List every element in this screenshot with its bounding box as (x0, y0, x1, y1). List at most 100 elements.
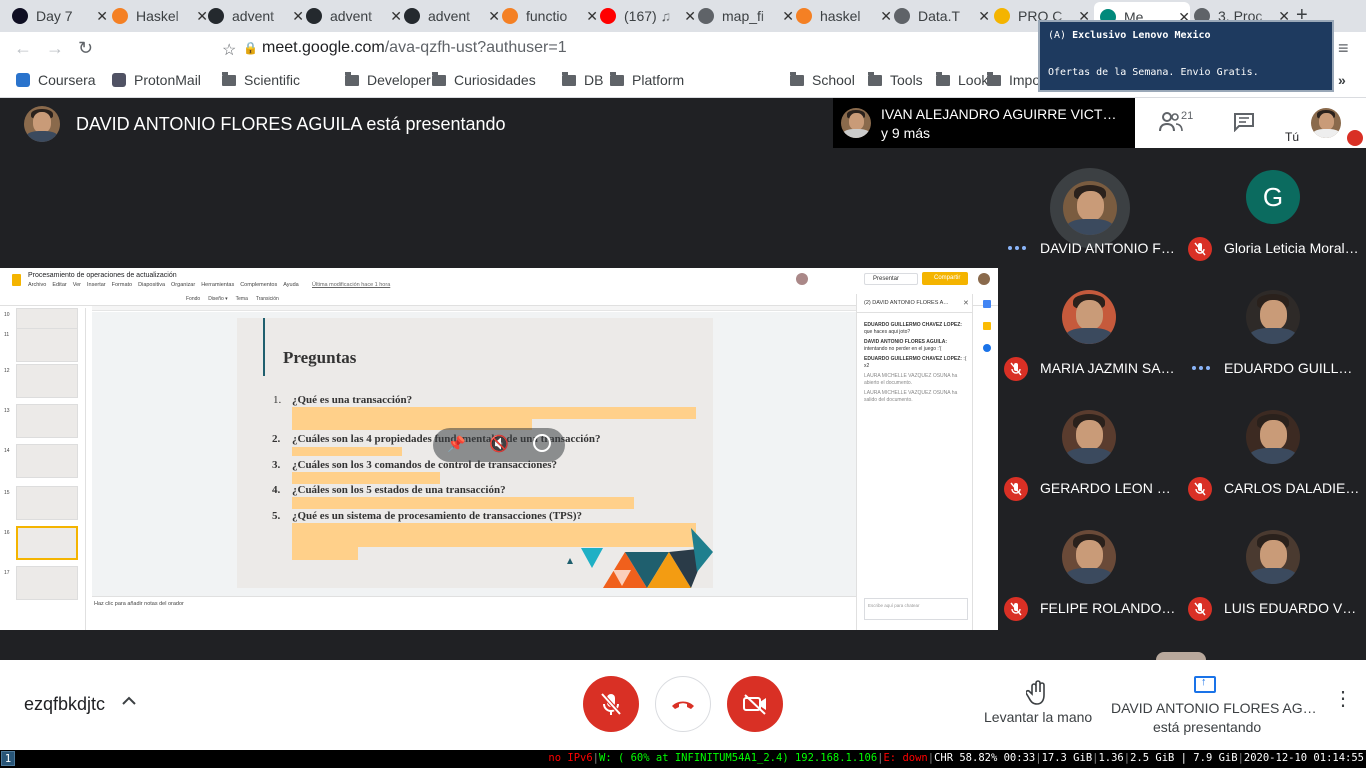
close-icon[interactable]: ✕ (880, 8, 892, 25)
leave-call-button[interactable] (655, 676, 711, 732)
self-mic-off-icon (1347, 130, 1363, 146)
mute-speaker-icon[interactable]: 🔇 (489, 434, 509, 454)
close-icon[interactable]: ✕ (586, 8, 598, 25)
participant-tile[interactable]: FELIPE ROLANDO V… (998, 508, 1182, 628)
bookmark-platform[interactable]: Platform (610, 71, 684, 88)
lock-icon[interactable]: 🔒 (243, 41, 258, 55)
forward-icon[interactable]: → (46, 38, 64, 59)
bookmark-db[interactable]: DB (562, 71, 603, 88)
raise-hand-icon[interactable] (1025, 680, 1050, 711)
keep-icon[interactable] (983, 322, 991, 330)
remove-icon[interactable] (533, 434, 551, 452)
workspace-button[interactable]: 1 (1, 751, 15, 766)
close-icon[interactable]: ✕ (196, 8, 208, 25)
slides-present-button[interactable]: Presentar (864, 273, 918, 285)
browser-tab[interactable]: Day 7 ✕ (12, 4, 108, 28)
url-field[interactable]: meet.google.com/ava-qzfh-ust?authuser=1 (262, 39, 567, 57)
browser-tab[interactable]: Haskel ✕ (112, 4, 208, 28)
bookmarks-overflow[interactable]: » (1338, 72, 1346, 88)
mic-toggle-button[interactable] (583, 676, 639, 732)
slides-menu-item[interactable]: Formato (112, 282, 132, 288)
slide-thumbnail[interactable] (16, 526, 78, 560)
slides-menu-item[interactable]: Herramientas (201, 282, 234, 288)
bookmark-coursera[interactable]: Coursera (16, 72, 96, 88)
slides-menu-item[interactable]: Organizar (171, 282, 195, 288)
participant-tile[interactable]: MARIA JAZMIN SA… (998, 268, 1182, 388)
browser-tab[interactable]: advent ✕ (208, 4, 304, 28)
slides-menu-item[interactable]: Archivo (28, 282, 46, 288)
close-icon[interactable]: ✕ (390, 8, 402, 25)
more-options-icon[interactable]: ⋮ (1333, 689, 1353, 709)
bookmark-school[interactable]: School (790, 71, 855, 88)
people-preview[interactable]: IVAN ALEJANDRO AGUIRRE VICT… y 9 más (833, 98, 1135, 148)
calendar-icon[interactable] (983, 300, 991, 308)
meeting-code[interactable]: ezqfbkdjtc (24, 694, 105, 715)
participant-tile[interactable]: LUIS EDUARDO VIL… (1182, 508, 1366, 628)
slide-thumbnail[interactable] (16, 486, 78, 520)
browser-tab[interactable]: advent ✕ (306, 4, 402, 28)
bookmark-curiosidades[interactable]: Curiosidades (432, 71, 536, 88)
speaker-notes-area[interactable]: Haz clic para añadir notas del orador (92, 596, 856, 630)
bookmark-star-icon[interactable]: ☆ (222, 40, 236, 60)
presenting-line1[interactable]: DAVID ANTONIO FLORES AG… (1111, 700, 1317, 716)
close-icon[interactable]: ✕ (292, 8, 304, 25)
chevron-up-icon[interactable] (121, 694, 137, 710)
reload-icon[interactable]: ↻ (78, 38, 93, 59)
browser-tab[interactable]: advent ✕ (404, 4, 500, 28)
browser-tab[interactable]: (167) ♫ ✕ (600, 4, 696, 28)
participant-tile[interactable]: G Gloria Leticia Moral… (1182, 148, 1366, 268)
bookmark-look[interactable]: Look (936, 71, 988, 88)
chat-icon[interactable] (1233, 112, 1255, 137)
browser-tab[interactable]: Data.T ✕ (894, 4, 990, 28)
menu-icon[interactable]: ≡ (1338, 38, 1349, 59)
participant-tile[interactable]: DAVID ANTONIO FL… (998, 148, 1182, 268)
slide-thumbnail[interactable] (16, 444, 78, 478)
slides-share-button[interactable]: Compartir (922, 272, 968, 285)
slides-toolbar-button[interactable]: Diseño ▾ (208, 296, 227, 302)
slides-menu-item[interactable]: Ayuda (283, 282, 299, 288)
present-screen-icon[interactable]: ↑ (1194, 676, 1216, 693)
slide-thumbnail[interactable] (16, 364, 78, 398)
close-icon[interactable]: ✕ (684, 8, 696, 25)
slides-toolbar-button[interactable]: Transición (256, 296, 279, 302)
slides-toolbar-button[interactable]: Fondo (186, 296, 200, 302)
slides-menu-item[interactable]: Editar (52, 282, 66, 288)
bookmark-developer[interactable]: Developer (345, 71, 431, 88)
close-icon[interactable]: ✕ (782, 8, 794, 25)
tasks-icon[interactable] (983, 344, 991, 352)
mic-off-icon (1188, 477, 1212, 501)
participant-tile[interactable]: EDUARDO GUILLER… (1182, 268, 1366, 388)
close-icon[interactable]: ✕ (488, 8, 500, 25)
close-icon[interactable]: ✕ (96, 8, 108, 25)
chat-input[interactable]: Escribe aquí para chatear (864, 598, 968, 620)
slides-doc-title[interactable]: Procesamiento de operaciones de actualiz… (28, 272, 177, 279)
bookmark-protonmail[interactable]: ProtonMail (112, 72, 201, 88)
browser-tab[interactable]: map_fi ✕ (698, 4, 794, 28)
thumb-number: 14 (4, 448, 10, 454)
slides-menu-item[interactable]: Complementos (240, 282, 277, 288)
chat-close-icon[interactable]: ✕ (963, 299, 969, 307)
slides-menu-item[interactable]: Diapositiva (138, 282, 165, 288)
pin-icon[interactable]: 📌 (447, 435, 466, 453)
browser-tab[interactable]: functio ✕ (502, 4, 598, 28)
slides-toolbar-button[interactable]: Tema (236, 296, 248, 302)
browser-tab[interactable]: haskel ✕ (796, 4, 892, 28)
bookmark-tools[interactable]: Tools (868, 71, 923, 88)
slide-thumbnail[interactable] (16, 404, 78, 438)
slide-thumbnail[interactable] (16, 328, 78, 362)
slides-user-avatar[interactable] (978, 273, 990, 285)
slides-menu-item[interactable]: Insertar (87, 282, 106, 288)
close-icon[interactable]: ✕ (978, 8, 990, 25)
ad-notification-popup[interactable]: (A) Exclusivo Lenovo Mexico Ofertas de l… (1038, 20, 1334, 92)
slide-thumbnail[interactable] (16, 566, 78, 600)
camera-toggle-button[interactable] (727, 676, 783, 732)
back-icon[interactable]: ← (14, 38, 32, 59)
raise-hand-label[interactable]: Levantar la mano (984, 709, 1092, 725)
participant-tile[interactable]: GERARDO LEON SA… (998, 388, 1182, 508)
people-icon[interactable] (1159, 111, 1183, 138)
chat-input-placeholder: Escribe aquí para chatear (868, 603, 920, 608)
bookmark-scientific[interactable]: Scientific (222, 71, 300, 88)
participant-tile[interactable]: CARLOS DALADIER … (1182, 388, 1366, 508)
slides-last-edit[interactable]: Última modificación hace 1 hora (312, 282, 390, 288)
slides-menu-item[interactable]: Ver (73, 282, 81, 288)
